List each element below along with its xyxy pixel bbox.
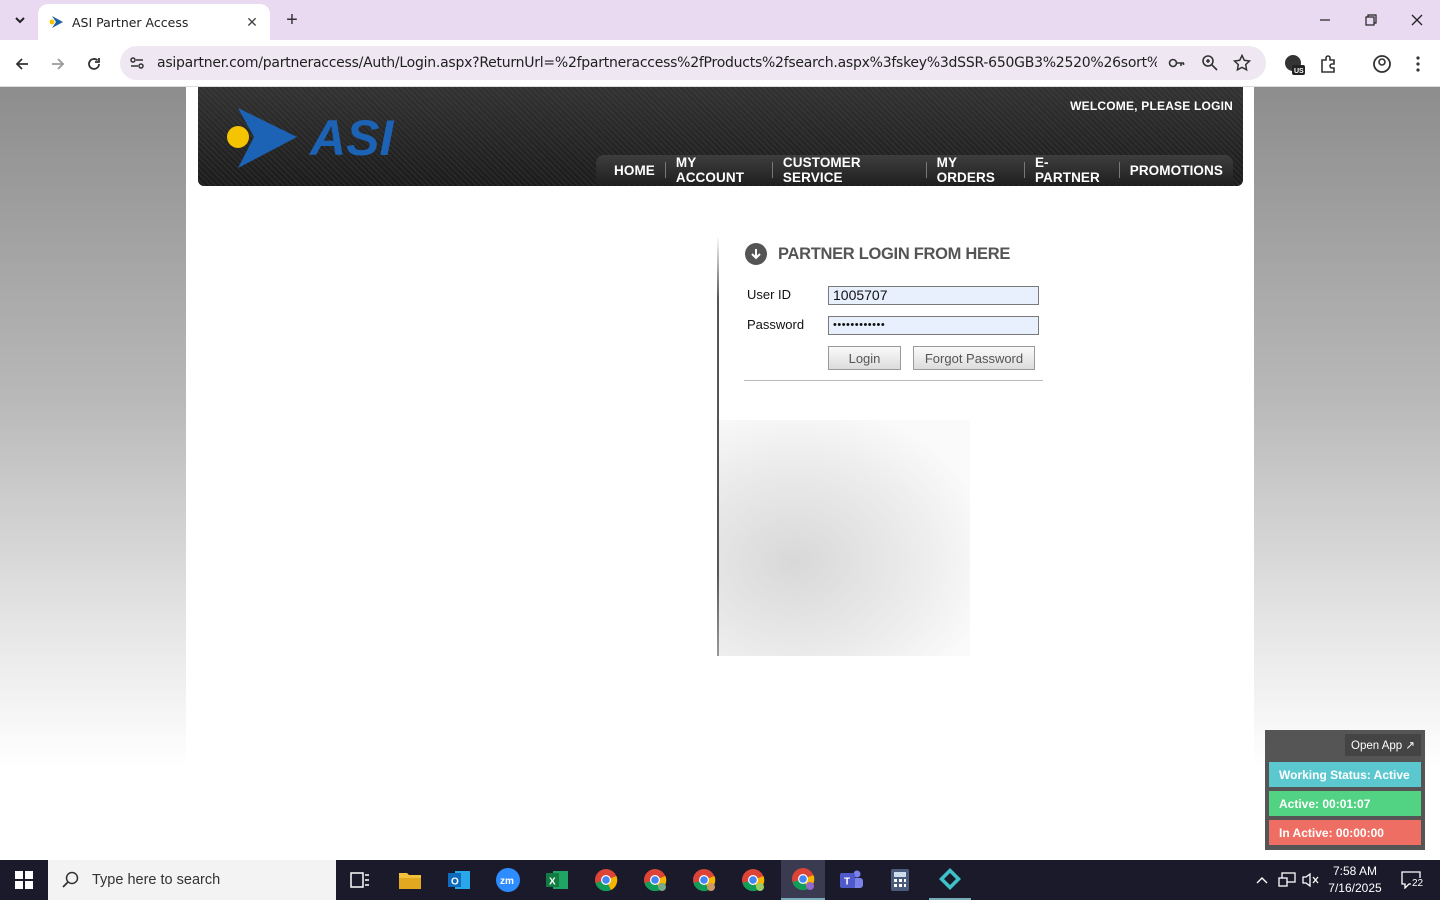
- show-hidden-icons[interactable]: [1252, 860, 1272, 900]
- clock-date: 7/16/2025: [1328, 881, 1382, 895]
- asi-favicon-icon: [49, 16, 63, 28]
- svg-text:O: O: [451, 877, 459, 888]
- user-id-input[interactable]: 1005707: [828, 286, 1039, 305]
- down-arrow-circle-icon: [745, 243, 767, 265]
- password-key-icon[interactable]: [1168, 54, 1186, 72]
- content-fade: [186, 752, 1254, 852]
- url-text: asipartner.com/partneraccess/Auth/Login.…: [157, 55, 1157, 71]
- login-divider: [744, 380, 1043, 381]
- zoom-icon[interactable]: [1201, 54, 1219, 72]
- notification-count: 22: [1411, 878, 1425, 889]
- chrome-active-window-icon[interactable]: [781, 860, 825, 900]
- site-settings-icon[interactable]: [128, 54, 146, 72]
- notifications-button[interactable]: 22: [1394, 860, 1428, 900]
- nav-customer-service[interactable]: CUSTOMER SERVICE: [773, 155, 926, 185]
- tab-search-button[interactable]: [8, 8, 32, 32]
- new-tab-button[interactable]: +: [281, 9, 303, 31]
- profile-icon[interactable]: [1371, 53, 1393, 75]
- password-input[interactable]: ••••••••••••: [828, 316, 1039, 335]
- minimize-button[interactable]: [1302, 0, 1348, 40]
- login-heading-text: PARTNER LOGIN FROM HERE: [778, 244, 1011, 263]
- tab-strip: ASI Partner Access ✕ +: [0, 0, 1440, 40]
- address-bar[interactable]: asipartner.com/partneraccess/Auth/Login.…: [120, 46, 1266, 80]
- taskbar-search[interactable]: Type here to search: [48, 860, 336, 900]
- outlook-icon[interactable]: O: [445, 866, 473, 894]
- reload-icon: [88, 58, 100, 70]
- minimize-icon: [1320, 19, 1330, 21]
- back-arrow-icon: [15, 58, 28, 70]
- reload-button[interactable]: [81, 51, 107, 77]
- svg-text:X: X: [549, 877, 556, 888]
- site-header: WELCOME, PLEASE LOGIN ASI HOME MY ACCOUN…: [198, 87, 1243, 186]
- tab-title: ASI Partner Access: [72, 14, 189, 30]
- teams-icon[interactable]: T: [837, 866, 865, 894]
- volume-muted-icon[interactable]: [1299, 860, 1321, 900]
- zoom-app-icon[interactable]: zm: [494, 866, 522, 894]
- bookmark-star-icon[interactable]: [1233, 54, 1251, 72]
- windows-taskbar: Type here to search O zm X T 7:58 AM 7/1…: [0, 860, 1440, 900]
- windows-logo-icon: [15, 871, 33, 889]
- tracker-app-icon[interactable]: [929, 860, 971, 900]
- more-menu-icon[interactable]: [1407, 53, 1429, 75]
- translate-extension-icon[interactable]: US: [1283, 53, 1305, 75]
- browser-toolbar: asipartner.com/partneraccess/Auth/Login.…: [0, 40, 1440, 87]
- restore-icon: [1365, 14, 1377, 26]
- svg-text:zm: zm: [500, 876, 514, 887]
- forward-button[interactable]: [45, 51, 71, 77]
- chrome-profile-3-icon[interactable]: [690, 866, 718, 894]
- chrome-profile-4-icon[interactable]: [739, 866, 767, 894]
- nav-home[interactable]: HOME: [604, 163, 665, 178]
- welcome-text: WELCOME, PLEASE LOGIN: [1070, 99, 1233, 113]
- svg-text:US: US: [1294, 68, 1304, 75]
- search-icon: [62, 871, 79, 888]
- inactive-timer: In Active: 00:00:00: [1269, 820, 1421, 845]
- active-timer: Active: 00:01:07: [1269, 791, 1421, 816]
- extensions-puzzle-icon[interactable]: [1318, 53, 1340, 75]
- time-tracker-widget: Open App ↗ Working Status: Active Active…: [1265, 730, 1425, 850]
- forgot-password-button[interactable]: Forgot Password: [913, 346, 1035, 370]
- back-button[interactable]: [9, 51, 35, 77]
- chevron-down-icon: [15, 17, 25, 24]
- nav-promotions[interactable]: PROMOTIONS: [1120, 163, 1233, 178]
- close-tab-icon[interactable]: ✕: [242, 12, 262, 32]
- open-app-button[interactable]: Open App ↗: [1345, 734, 1421, 756]
- svg-text:ASI: ASI: [308, 110, 394, 166]
- login-heading: PARTNER LOGIN FROM HERE: [745, 243, 1010, 265]
- restore-button[interactable]: [1348, 0, 1394, 40]
- map-background-image: [719, 420, 970, 656]
- file-explorer-icon[interactable]: [396, 866, 424, 894]
- chrome-icon[interactable]: [592, 866, 620, 894]
- user-id-label: User ID: [747, 287, 792, 302]
- svg-text:T: T: [844, 877, 850, 888]
- task-view-icon[interactable]: [346, 866, 374, 894]
- chrome-profile-2-icon[interactable]: [641, 866, 669, 894]
- login-button[interactable]: Login: [828, 346, 901, 370]
- forward-arrow-icon: [52, 58, 65, 70]
- main-nav: HOME MY ACCOUNT CUSTOMER SERVICE MY ORDE…: [596, 155, 1233, 185]
- start-button[interactable]: [0, 860, 48, 900]
- working-status: Working Status: Active: [1269, 762, 1421, 787]
- clock-time: 7:58 AM: [1332, 864, 1378, 878]
- tab-asi-partner-access[interactable]: ASI Partner Access ✕: [38, 4, 270, 40]
- password-label: Password: [747, 317, 805, 332]
- nav-my-orders[interactable]: MY ORDERS: [927, 155, 1024, 185]
- nav-my-account[interactable]: MY ACCOUNT: [666, 155, 772, 185]
- search-placeholder: Type here to search: [92, 872, 221, 888]
- network-icon[interactable]: [1276, 860, 1298, 900]
- nav-e-partner[interactable]: E-PARTNER: [1025, 155, 1119, 185]
- asi-logo[interactable]: ASI: [224, 105, 434, 171]
- close-window-button[interactable]: [1394, 0, 1440, 40]
- close-icon: [1411, 14, 1423, 26]
- calculator-icon[interactable]: [886, 866, 914, 894]
- taskbar-clock[interactable]: 7:58 AM 7/16/2025: [1322, 863, 1388, 897]
- excel-icon[interactable]: X: [543, 866, 571, 894]
